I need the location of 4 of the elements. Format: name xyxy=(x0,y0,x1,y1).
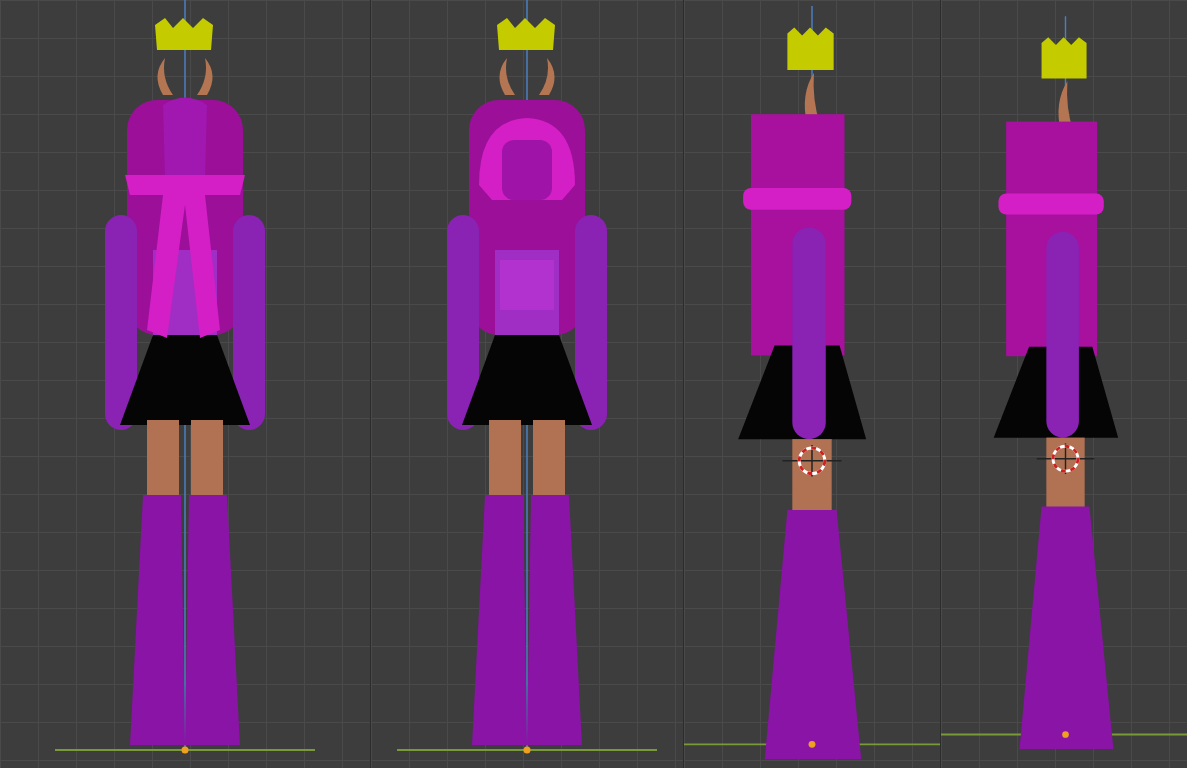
origin-point xyxy=(808,740,816,748)
origin-point xyxy=(1062,731,1069,738)
origin-point xyxy=(181,746,189,754)
origin-point xyxy=(523,746,531,754)
